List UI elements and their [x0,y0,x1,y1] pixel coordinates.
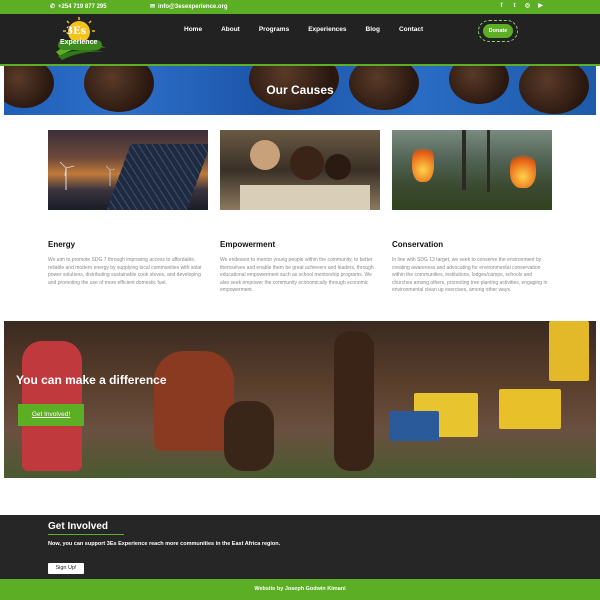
cause-empowerment: Empowerment We endeavor to mentor young … [220,240,380,295]
title-underline [48,534,124,535]
email-address: info@3esexperience.org [158,3,228,10]
fire-icon [412,142,434,182]
water-container [549,321,589,381]
basin [389,411,439,441]
hero-title: Our Causes [266,83,334,97]
nav-item-blog[interactable]: Blog [366,26,380,33]
difference-banner: You can make a difference Get Involved! [4,321,596,478]
cause-title: Conservation [392,240,444,249]
nav-item-experiences[interactable]: Experiences [308,26,346,33]
cause-energy: Energy We aim to promote SDG 7 through i… [48,240,208,287]
difference-title: You can make a difference [16,373,167,387]
top-bar: ✆ +254 719 877 295 ✉ info@3esexperience.… [0,0,600,14]
logo-text: 3Es [66,26,87,37]
logo-subtext: Experience [60,39,98,46]
student-figure [250,140,280,170]
social-links: f t ◎ ▶ [498,3,544,10]
instagram-icon[interactable]: ◎ [524,3,531,10]
get-involved-text: Now, you can support 3Es Experience reac… [48,541,281,547]
cause-title: Energy [48,240,76,249]
person-figure [334,331,374,471]
logo-graphic [56,17,106,60]
fire-icon [510,150,536,188]
youtube-icon[interactable]: ▶ [537,3,544,10]
tree-trunk [487,130,490,192]
cause-description: In line with SDG 13 target, we seek to c… [392,257,548,293]
person-figure [154,351,234,451]
nav-item-contact[interactable]: Contact [399,26,423,33]
footer-credit[interactable]: Website by Joseph Godwin Kimani [254,586,345,592]
navbar: 3Es Experience Home About Programs Exper… [0,14,600,66]
water-container [499,389,561,429]
nav-item-about[interactable]: About [221,26,240,33]
phone-icon: ✆ [50,4,56,10]
hero-banner: Our Causes [4,66,596,115]
twitter-icon[interactable]: t [511,3,518,10]
desk [240,185,370,210]
student-figure [290,146,324,180]
nav-item-home[interactable]: Home [184,26,202,33]
email-contact[interactable]: ✉ info@3esexperience.org [150,3,228,11]
student-figure [325,154,351,180]
main-nav: Home About Programs Experiences Blog Con… [184,26,442,33]
person-figure [224,401,274,471]
cause-title: Empowerment [220,240,276,249]
wind-turbine-icon [59,161,116,190]
cause-description: We endeavor to mentor young people withi… [220,257,374,293]
conservation-image [392,130,552,210]
cause-description: We aim to promote SDG 7 through improvin… [48,257,202,286]
phone-contact[interactable]: ✆ +254 719 877 295 [50,3,107,11]
page: ✆ +254 719 877 295 ✉ info@3esexperience.… [0,0,600,600]
get-involved-button[interactable]: Get Involved! [18,404,84,426]
get-involved-title: Get Involved [48,521,109,532]
energy-image [48,130,208,210]
facebook-icon[interactable]: f [498,3,505,10]
sign-up-button[interactable]: Sign Up! [48,563,84,574]
footer: Website by Joseph Godwin Kimani [0,579,600,600]
tree-trunk [462,130,466,190]
site-logo[interactable]: 3Es Experience [52,16,110,60]
donate-button[interactable]: Donate [483,24,513,38]
empowerment-image [220,130,380,210]
nav-item-programs[interactable]: Programs [259,26,289,33]
get-involved-section: Get Involved Now, you can support 3Es Ex… [0,515,600,579]
cause-conservation: Conservation In line with SDG 13 target,… [392,240,552,295]
phone-number: +254 719 877 295 [58,3,107,10]
envelope-icon: ✉ [150,4,156,10]
